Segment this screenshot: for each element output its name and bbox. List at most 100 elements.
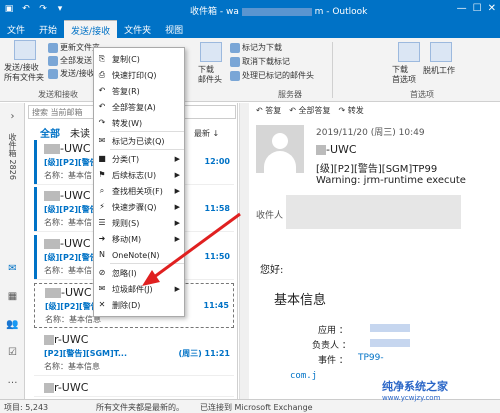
section-title: 基本信息 bbox=[274, 293, 327, 308]
context-menu-item[interactable]: ➜ 移动(M) ▶ bbox=[94, 232, 184, 246]
quick-access-toolbar: ▣ ↶ ↷ ▾ bbox=[3, 3, 66, 15]
group-icon bbox=[48, 68, 58, 79]
ribbon: 发送/接收 所有文件夹 更新文件夹 全部发送 发送/接收组 发送和接收 下载 邮… bbox=[0, 38, 500, 102]
sort-selector[interactable]: 最新 ↓ bbox=[194, 128, 219, 139]
owner-label: 负责人 ： bbox=[312, 341, 351, 351]
work-offline-button[interactable]: 脱机工作 bbox=[423, 65, 455, 76]
people-icon[interactable]: 👥 bbox=[6, 319, 19, 331]
context-menu-item[interactable]: ■ 分类(T) ▶ bbox=[94, 152, 184, 166]
forward-button[interactable]: ↷ 转发 bbox=[339, 105, 364, 116]
context-menu-item[interactable]: ✉ 标记为已读(Q) bbox=[94, 134, 184, 148]
category-icon: ■ bbox=[98, 154, 106, 163]
download-prefs-button[interactable]: 下载 首选项 bbox=[392, 65, 416, 85]
download-headers-button[interactable]: 下载 邮件头 bbox=[198, 65, 222, 85]
maximize-icon[interactable]: ☐ bbox=[473, 3, 482, 14]
context-menu-label: 转发(W) bbox=[112, 118, 143, 128]
group-label-send-receive: 发送和接收 bbox=[38, 90, 78, 99]
tab-home[interactable]: 开始 bbox=[32, 20, 64, 38]
expand-icon[interactable]: › bbox=[6, 111, 19, 123]
context-menu-item[interactable]: ⊘ 忽略(I) bbox=[94, 266, 184, 280]
flag-icon: ⚑ bbox=[98, 170, 106, 179]
tab-view[interactable]: 视图 bbox=[158, 20, 190, 38]
undo-icon[interactable]: ↶ bbox=[20, 3, 32, 15]
group-label-preferences: 首选项 bbox=[410, 90, 434, 99]
context-menu-label: 快速打印(Q) bbox=[112, 70, 157, 80]
greeting: 您好: bbox=[260, 265, 284, 276]
context-menu-item[interactable]: ⚡ 快速步骤(Q) ▶ bbox=[94, 200, 184, 214]
link-text[interactable]: com.j bbox=[290, 371, 317, 381]
context-menu-label: 复制(C) bbox=[112, 54, 140, 64]
save-icon[interactable]: ▣ bbox=[3, 3, 15, 15]
mail-icon[interactable]: ✉ bbox=[6, 263, 19, 275]
folder-pane-collapsed: › 收件箱 2826 ✉ ▦ 👥 ☑ … bbox=[0, 103, 25, 399]
reply-button[interactable]: ↶ 答复 bbox=[256, 105, 281, 116]
mark-download-button[interactable]: 标记为下载 bbox=[230, 42, 282, 53]
context-menu-label: 答复(R) bbox=[112, 86, 140, 96]
send-receive-all-button[interactable]: 发送/接收 所有文件夹 bbox=[4, 63, 44, 83]
context-menu-item[interactable]: ⎘ 复制(C) bbox=[94, 52, 184, 66]
context-menu-label: 垃圾邮件(J) bbox=[112, 284, 153, 294]
list-item[interactable]: r-UWC bbox=[34, 379, 234, 397]
copy-icon: ⎘ bbox=[98, 54, 106, 63]
context-menu-item[interactable]: N OneNote(N) bbox=[94, 248, 184, 262]
folder-pane-label[interactable]: 收件箱 2826 bbox=[7, 133, 18, 180]
context-menu-label: 标记为已读(Q) bbox=[112, 136, 165, 146]
send-receive-icon[interactable] bbox=[14, 40, 36, 60]
sender-avatar bbox=[256, 125, 304, 173]
filter-all[interactable]: 全部 bbox=[40, 125, 60, 140]
send-all-icon bbox=[48, 55, 58, 66]
context-menu-item[interactable]: ☰ 规则(S) ▶ bbox=[94, 216, 184, 230]
reply-icon: ↶ bbox=[98, 86, 106, 95]
filter-unread[interactable]: 未读 bbox=[70, 125, 90, 140]
customize-dropdown-icon[interactable]: ▾ bbox=[54, 3, 66, 15]
submenu-arrow-icon: ▶ bbox=[174, 203, 180, 211]
menu-separator bbox=[110, 131, 184, 132]
app-label: 应用 ： bbox=[318, 326, 348, 336]
submenu-arrow-icon: ▶ bbox=[174, 187, 180, 195]
context-menu-item[interactable]: ⎙ 快速打印(Q) bbox=[94, 68, 184, 82]
tab-send-receive[interactable]: 发送/接收 bbox=[64, 20, 118, 38]
message-list-scrollbar[interactable] bbox=[239, 103, 249, 399]
message-date: 2019/11/20 (周三) 10:49 bbox=[316, 128, 425, 138]
more-icon[interactable]: … bbox=[6, 375, 19, 387]
calendar-icon[interactable]: ▦ bbox=[6, 291, 19, 303]
ribbon-divider bbox=[332, 42, 333, 98]
unread-bar bbox=[34, 140, 37, 184]
unread-bar bbox=[34, 187, 37, 231]
send-all-button[interactable]: 全部发送 bbox=[48, 55, 92, 66]
context-menu-item[interactable]: ⚑ 后续标志(U) ▶ bbox=[94, 168, 184, 182]
download-headers-icon[interactable] bbox=[200, 42, 222, 62]
process-marked-button[interactable]: 处理已标记的邮件头 bbox=[230, 70, 314, 81]
unmark-download-button[interactable]: 取消下载标记 bbox=[230, 56, 290, 67]
rules-icon: ☰ bbox=[98, 218, 106, 227]
minimize-icon[interactable]: — bbox=[457, 3, 467, 14]
context-menu-label: 规则(S) bbox=[112, 218, 140, 228]
watermark-logo: 纯净系统之家 www.ycwjzy.com bbox=[382, 380, 448, 402]
unread-bar bbox=[34, 235, 37, 279]
reading-pane: ↶ 答复 ↶ 全部答复 ↷ 转发 2019/11/20 (周三) 10:49 -… bbox=[250, 103, 500, 399]
tab-folder[interactable]: 文件夹 bbox=[117, 20, 158, 38]
list-item[interactable]: r-UWC [P2][警告][SGM]T... (周三) 11:21 名称：基本… bbox=[34, 331, 234, 376]
download-prefs-icon[interactable] bbox=[398, 42, 420, 62]
context-menu-item[interactable]: ✉ 垃圾邮件(J) ▶ bbox=[94, 282, 184, 296]
context-menu-item[interactable]: ✕ 删除(D) bbox=[94, 298, 184, 312]
context-menu-item[interactable]: ↶ 答复(R) bbox=[94, 84, 184, 98]
submenu-arrow-icon: ▶ bbox=[174, 235, 180, 243]
context-menu-item[interactable]: ⌕ 查找相关项(F) ▶ bbox=[94, 184, 184, 198]
event-value: TP99- bbox=[358, 353, 384, 363]
message-warning: Warning: jrm-runtime execute bbox=[316, 175, 466, 186]
reply-all-button[interactable]: ↶ 全部答复 bbox=[289, 105, 330, 116]
unmark-download-icon bbox=[230, 56, 240, 67]
close-icon[interactable]: ✕ bbox=[488, 3, 496, 14]
tasks-icon[interactable]: ☑ bbox=[6, 347, 19, 359]
group-label-server: 服务器 bbox=[278, 90, 302, 99]
work-offline-icon[interactable] bbox=[430, 42, 452, 62]
submenu-arrow-icon: ▶ bbox=[174, 155, 180, 163]
context-menu-item[interactable]: ↷ 转发(W) bbox=[94, 116, 184, 130]
redo-icon[interactable]: ↷ bbox=[37, 3, 49, 15]
tab-file[interactable]: 文件 bbox=[0, 20, 32, 38]
context-menu-item[interactable]: ↶ 全部答复(A) bbox=[94, 100, 184, 114]
context-menu-label: 删除(D) bbox=[112, 300, 141, 310]
menu-separator bbox=[110, 149, 184, 150]
context-menu-label: 分类(T) bbox=[112, 154, 140, 164]
